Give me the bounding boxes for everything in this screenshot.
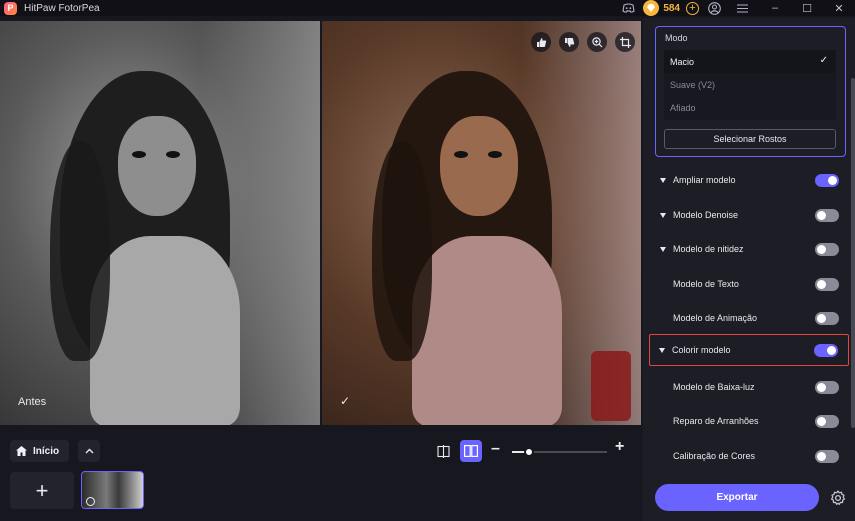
- mode-option-label: Afiado: [670, 102, 696, 113]
- expand-caret-icon[interactable]: [660, 246, 666, 252]
- model-label: Modelo de Texto: [673, 279, 739, 289]
- model-row[interactable]: Ampliar modelo: [651, 166, 849, 194]
- model-toggle[interactable]: [815, 243, 839, 256]
- zoom-slider[interactable]: [512, 447, 607, 457]
- collapse-button[interactable]: [78, 440, 100, 462]
- model-row[interactable]: Modelo de Baixa-luz: [651, 373, 849, 401]
- model-row[interactable]: Modelo Denoise: [651, 201, 849, 229]
- select-faces-button[interactable]: Selecionar Rostos: [664, 129, 836, 149]
- thumbs-down-icon[interactable]: [559, 32, 579, 52]
- app-title: HitPaw FotorPea: [24, 2, 100, 14]
- model-row[interactable]: Modelo de Texto: [651, 270, 849, 298]
- add-credits-icon[interactable]: +: [686, 1, 699, 15]
- check-icon: ✓: [819, 55, 828, 66]
- title-bar: P HitPaw FotorPea 584 + – ☐ ✕: [0, 0, 855, 16]
- close-button[interactable]: ✕: [823, 0, 855, 16]
- thumbs-up-icon[interactable]: [531, 32, 551, 52]
- bottom-bar: Início + – +: [0, 426, 641, 521]
- model-toggle[interactable]: [815, 209, 839, 222]
- crop-icon[interactable]: [615, 32, 635, 52]
- mode-title: Modo: [665, 33, 688, 43]
- panel-scrollbar[interactable]: [851, 78, 855, 428]
- account-icon[interactable]: [707, 1, 721, 15]
- expand-caret-icon[interactable]: [660, 212, 666, 218]
- before-image-panel[interactable]: Antes: [0, 21, 320, 425]
- split-view-icon: [464, 445, 478, 457]
- image-thumbnail[interactable]: [81, 471, 144, 509]
- model-row[interactable]: Calibração de Cores: [651, 442, 849, 470]
- split-view-button[interactable]: [460, 440, 482, 462]
- export-button[interactable]: Exportar: [655, 484, 819, 511]
- model-row[interactable]: Colorir modelo: [649, 334, 849, 366]
- settings-gear-icon[interactable]: [828, 488, 848, 508]
- credit-count: 584: [663, 2, 680, 14]
- zoom-out-button[interactable]: –: [491, 440, 500, 458]
- mode-option-label: Suave (V2): [670, 79, 716, 90]
- history-icon: [86, 497, 95, 506]
- zoom-slider-handle[interactable]: [524, 447, 535, 457]
- mode-option-suave[interactable]: Suave (V2): [664, 73, 836, 96]
- model-label: Reparo de Arranhões: [673, 416, 759, 426]
- mode-option-macio[interactable]: Macio ✓: [664, 50, 836, 73]
- model-toggle[interactable]: [815, 415, 839, 428]
- model-label: Modelo de nitidez: [673, 244, 744, 254]
- home-label: Início: [33, 445, 60, 457]
- mode-option-label: Macio: [670, 56, 695, 67]
- model-label: Modelo de Animação: [673, 313, 758, 323]
- model-row[interactable]: Modelo de nitidez: [651, 235, 849, 263]
- home-button[interactable]: Início: [10, 440, 69, 462]
- model-toggle[interactable]: [815, 278, 839, 291]
- home-icon: [16, 446, 27, 456]
- model-label: Modelo Denoise: [673, 210, 739, 220]
- settings-panel: Modo Macio ✓ Suave (V2) Afiado Seleciona…: [643, 18, 855, 521]
- single-view-button[interactable]: [432, 440, 454, 462]
- model-toggle[interactable]: [815, 450, 839, 463]
- after-image-panel[interactable]: ✓: [322, 21, 641, 425]
- expand-caret-icon[interactable]: [659, 347, 665, 353]
- model-toggle[interactable]: [815, 174, 839, 187]
- model-row[interactable]: Modelo de Animação: [651, 304, 849, 332]
- model-label: Calibração de Cores: [673, 451, 756, 461]
- app-logo: P: [4, 1, 17, 15]
- chevron-up-icon: [85, 448, 93, 454]
- mode-dropdown[interactable]: Macio ✓ Suave (V2) Afiado: [664, 50, 836, 120]
- maximize-button[interactable]: ☐: [791, 0, 823, 16]
- zoom-in-icon[interactable]: [587, 32, 607, 52]
- model-label: Ampliar modelo: [673, 175, 736, 185]
- expand-caret-icon[interactable]: [660, 177, 666, 183]
- model-label: Modelo de Baixa-luz: [673, 382, 755, 392]
- zoom-in-button[interactable]: +: [615, 438, 624, 456]
- coin-icon: [643, 0, 660, 16]
- after-check-icon: ✓: [340, 394, 351, 408]
- menu-icon[interactable]: [735, 1, 749, 15]
- mode-option-afiado[interactable]: Afiado: [664, 96, 836, 119]
- add-image-button[interactable]: +: [10, 472, 74, 509]
- model-toggle[interactable]: [815, 381, 839, 394]
- discord-icon[interactable]: [621, 1, 635, 15]
- model-label: Colorir modelo: [672, 345, 731, 355]
- minimize-button[interactable]: –: [759, 0, 791, 16]
- model-toggle[interactable]: [815, 312, 839, 325]
- model-toggle[interactable]: [814, 344, 838, 357]
- model-row[interactable]: Reparo de Arranhões: [651, 407, 849, 435]
- before-label: Antes: [18, 396, 47, 408]
- compare-slider-icon: [436, 444, 450, 458]
- mode-section: Modo Macio ✓ Suave (V2) Afiado Seleciona…: [655, 26, 846, 157]
